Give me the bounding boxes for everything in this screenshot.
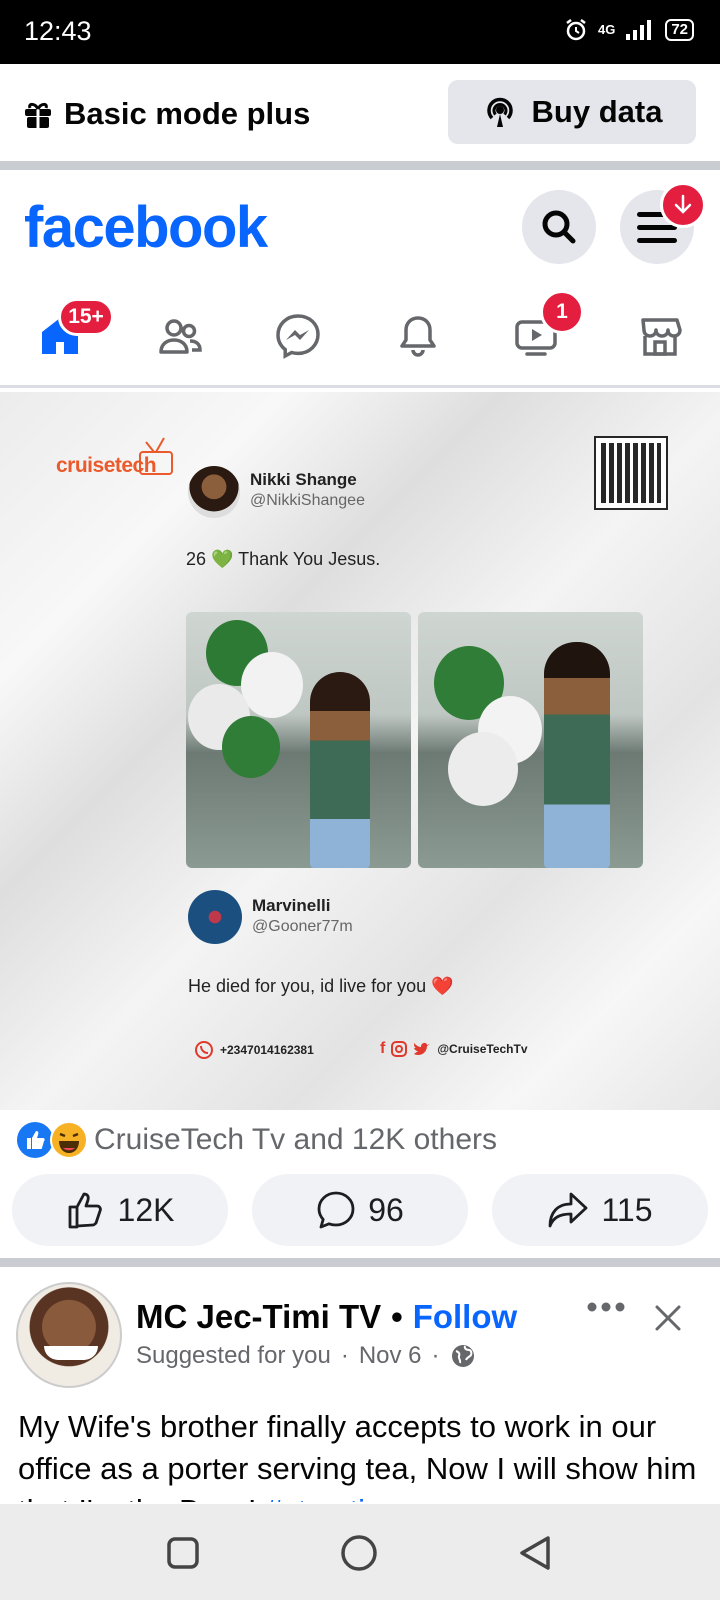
tv-icon [139, 437, 173, 475]
close-icon [655, 1305, 681, 1331]
more-horizontal-icon [587, 1302, 625, 1312]
facebook-icon: f [380, 1040, 386, 1057]
back-button[interactable] [518, 1535, 552, 1576]
signal-icon [626, 20, 652, 40]
avatar [188, 890, 242, 944]
arrow-down-icon [674, 194, 692, 214]
comment-count: 96 [368, 1191, 404, 1228]
thumbs-up-icon [68, 1192, 102, 1229]
whatsapp-icon [195, 1041, 213, 1059]
app-header: facebook [0, 170, 720, 270]
bell-icon [400, 316, 436, 357]
divider [0, 385, 720, 388]
share-count: 115 [601, 1191, 653, 1228]
twitter-icon [414, 1042, 431, 1056]
haha-reaction-icon [50, 1121, 88, 1159]
post-text: My Wife's brother finally accepts to wor… [18, 1406, 708, 1502]
comment-button[interactable]: 96 [252, 1174, 468, 1246]
globe-icon [451, 1345, 474, 1367]
buy-data-button[interactable]: Buy data [448, 80, 696, 144]
network-type-icon: 4G [597, 22, 616, 37]
separator-dot: • [391, 1298, 403, 1335]
post-image[interactable]: cruisetech Nikki Shange @NikkiShangee 26… [0, 392, 720, 1110]
like-reaction-icon [17, 1122, 53, 1158]
post-text-body: My Wife's brother finally accepts to wor… [18, 1409, 697, 1502]
tab-friends[interactable] [150, 308, 210, 364]
phone-number: +2347014162381 [220, 1043, 314, 1057]
comment-icon [317, 1191, 355, 1229]
messenger-icon [276, 314, 320, 359]
avatar [188, 466, 240, 518]
tweet-text: 26 💚 Thank You Jesus. [186, 549, 381, 569]
share-button[interactable]: 115 [492, 1174, 708, 1246]
like-count: 12K [117, 1191, 175, 1228]
nav-tabs: 15+ 1 [0, 290, 720, 386]
search-icon [542, 210, 576, 244]
social-handle: @CruiseTechTv [437, 1042, 528, 1056]
video-badge: 1 [540, 290, 584, 334]
tweet-handle: @NikkiShangee [250, 492, 365, 509]
social-contact: f @CruiseTechTv [380, 1040, 528, 1058]
square-icon [167, 1537, 199, 1569]
like-button[interactable]: 12K [12, 1174, 228, 1246]
home-system-button[interactable] [340, 1534, 378, 1577]
instagram-icon [391, 1041, 408, 1057]
author-name[interactable]: MC Jec-Timi TV [136, 1298, 381, 1336]
tweet-text: He died for you, id live for you ❤️ [188, 976, 454, 996]
battery-icon: 72 [665, 19, 694, 41]
divider [0, 1258, 720, 1267]
post-date[interactable]: Nov 6 [359, 1342, 422, 1370]
status-bar: 12:43 4G 72 [0, 0, 720, 64]
tab-messenger[interactable] [268, 308, 328, 364]
circle-icon [341, 1535, 377, 1571]
facebook-logo: facebook [24, 195, 268, 260]
home-badge: 15+ [58, 298, 114, 336]
tweet-handle: @Gooner77m [252, 918, 353, 935]
friends-icon [159, 319, 202, 354]
buy-data-label: Buy data [531, 94, 663, 129]
search-button[interactable] [522, 190, 596, 264]
post-author-line: MC Jec-Timi TV • Follow [136, 1298, 517, 1336]
menu-update-badge [660, 182, 706, 228]
back-triangle-icon [520, 1536, 550, 1570]
suggested-label: Suggested for you [136, 1342, 331, 1369]
reactions-summary[interactable]: CruiseTech Tv and 12K others [16, 1118, 497, 1162]
gift-icon [25, 102, 51, 128]
hide-post-button[interactable] [654, 1304, 682, 1337]
system-navigation-bar [0, 1504, 720, 1600]
whatsapp-contact: +2347014162381 [194, 1040, 314, 1060]
basic-mode-label[interactable]: Basic mode plus [22, 96, 310, 132]
qr-code [594, 436, 668, 510]
marketplace-icon [641, 318, 682, 356]
divider [0, 161, 720, 170]
recents-button[interactable] [166, 1536, 200, 1575]
more-options-button[interactable] [586, 1300, 626, 1318]
status-icons: 4G 72 [564, 18, 694, 42]
tweet-photo [186, 612, 411, 868]
hashtag-link[interactable]: #storytime [265, 1493, 408, 1502]
tab-marketplace[interactable] [630, 308, 690, 364]
separator-dot: · [340, 1342, 349, 1369]
share-icon [549, 1192, 588, 1228]
tweet-author: Marvinelli [252, 896, 331, 915]
tweet-photo [418, 612, 643, 868]
alarm-icon [566, 19, 586, 41]
broadcast-icon [486, 97, 513, 127]
author-avatar[interactable] [16, 1282, 122, 1388]
basic-mode-bar: Basic mode plus Buy data [0, 64, 720, 162]
reactions-text: CruiseTech Tv and 12K others [94, 1123, 497, 1156]
post-meta: Suggested for you · Nov 6 · [136, 1342, 476, 1370]
follow-button[interactable]: Follow [413, 1298, 517, 1336]
mode-text: Basic mode plus [64, 96, 311, 131]
tab-notifications[interactable] [388, 308, 448, 364]
status-time: 12:43 [24, 16, 92, 46]
separator-dot: · [431, 1342, 440, 1369]
tweet-author: Nikki Shange [250, 470, 357, 489]
